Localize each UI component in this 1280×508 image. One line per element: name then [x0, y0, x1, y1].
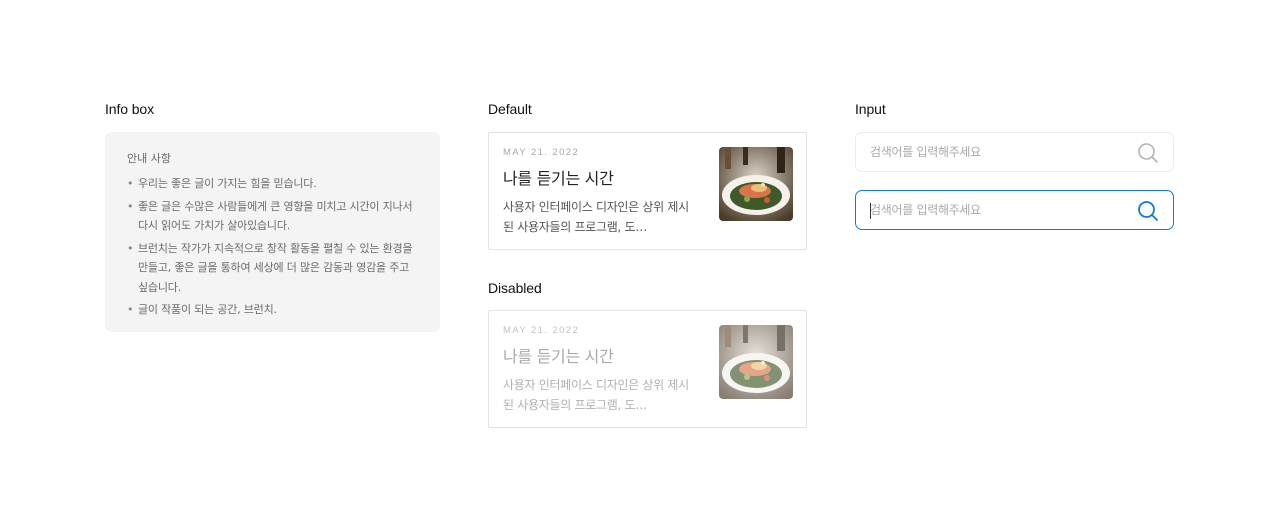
info-box-list: • 우리는 좋은 글이 가지는 힘을 믿습니다. • 좋은 글은 수많은 사람들에게…	[127, 174, 418, 320]
search-icon[interactable]	[1137, 142, 1159, 164]
article-card-disabled: MAY 21. 2022 나를 듣기는 시간 사용자 인터페이스 디자인은 상위…	[488, 310, 807, 428]
bullet-icon: •	[127, 241, 134, 255]
info-box-item-text: 좋은 글은 수많은 사람들에게 큰 영향을 미치고 시간이 지나서 다시 읽어도…	[138, 199, 413, 233]
search-field-focused[interactable]	[855, 190, 1174, 230]
card-date: MAY 21. 2022	[503, 147, 580, 158]
info-box-item: • 브런치는 작가가 지속적으로 창작 활동을 펼칠 수 있는 환경을 만들고, …	[127, 239, 418, 298]
info-box-item: • 우리는 좋은 글이 가지는 힘을 믿습니다.	[127, 174, 418, 194]
search-input[interactable]	[870, 133, 1130, 171]
info-box-item-text: 글이 작품이 되는 공간, 브런치.	[138, 303, 277, 316]
card-date: MAY 21. 2022	[503, 325, 580, 336]
card-title: 나를 듣기는 시간	[503, 347, 614, 366]
info-box-title: 안내 사항	[127, 152, 171, 165]
search-icon[interactable]	[1137, 200, 1159, 222]
card-title: 나를 듣기는 시간	[503, 169, 614, 188]
card-excerpt: 사용자 인터페이스 디자인은 상위 제시된 사용자들의 프로그램, 도…	[503, 200, 689, 234]
search-field-default[interactable]	[855, 132, 1174, 172]
article-card-default[interactable]: MAY 21. 2022 나를 듣기는 시간 사용자 인터페이스 디자인은 상위…	[488, 132, 807, 250]
card-excerpt: 사용자 인터페이스 디자인은 상위 제시된 사용자들의 프로그램, 도…	[503, 378, 689, 412]
info-box-item: • 글이 작품이 되는 공간, 브런치.	[127, 300, 418, 320]
info-box-item-text: 브런치는 작가가 지속적으로 창작 활동을 펼칠 수 있는 환경을 만들고, 좋…	[138, 241, 413, 294]
card-thumbnail-food-image	[719, 147, 793, 221]
info-box: 안내 사항 • 우리는 좋은 글이 가지는 힘을 믿습니다. • 좋은 글은 수많은…	[105, 132, 440, 332]
info-box-item-text: 우리는 좋은 글이 가지는 힘을 믿습니다.	[138, 177, 317, 190]
input-section-label: Input	[855, 101, 886, 117]
search-input[interactable]	[870, 191, 1130, 229]
bullet-icon: •	[127, 199, 134, 213]
info-box-item: • 좋은 글은 수많은 사람들에게 큰 영향을 미치고 시간이 지나서 다시 읽어…	[127, 197, 418, 236]
default-card-section-label: Default	[488, 101, 532, 117]
bullet-icon: •	[127, 303, 134, 316]
card-thumbnail-food-image	[719, 325, 793, 399]
info-box-section-label: Info box	[105, 101, 155, 117]
disabled-card-section-label: Disabled	[488, 280, 542, 296]
bullet-icon: •	[127, 177, 134, 190]
